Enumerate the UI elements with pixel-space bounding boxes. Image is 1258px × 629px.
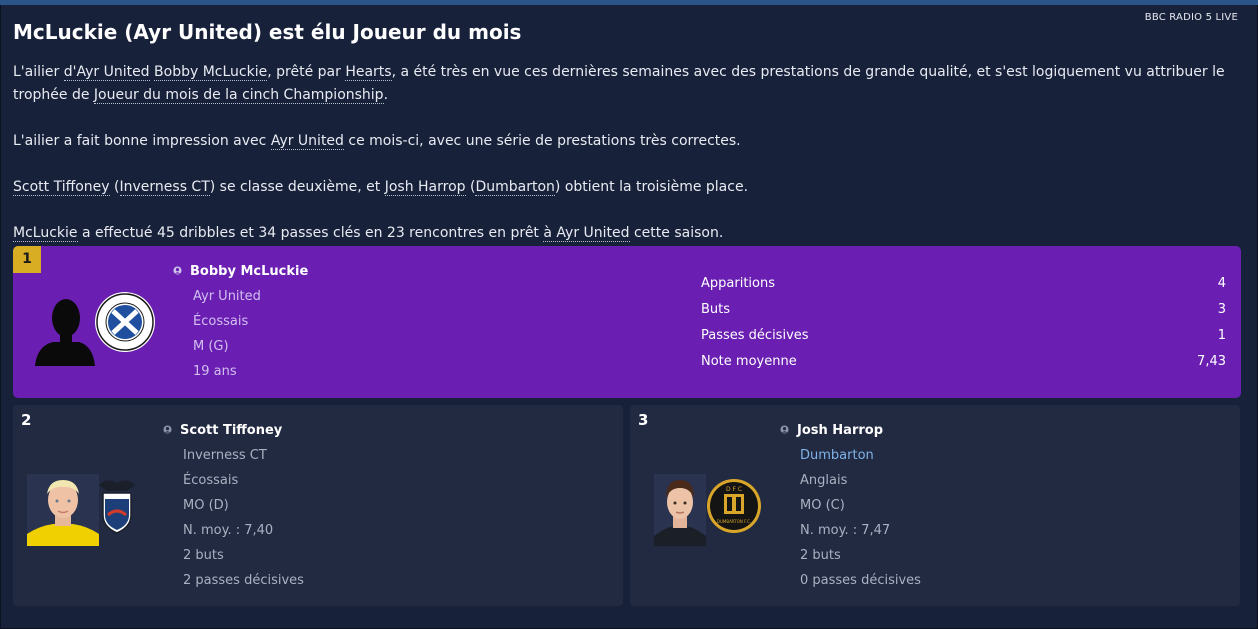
rank-badge: 1 (13, 246, 41, 273)
person-icon (163, 425, 172, 434)
player-position: MO (D) (183, 498, 229, 513)
article-paragraph-2: L'ailier a fait bonne impression avec Ay… (13, 133, 741, 150)
article-paragraph-4: McLuckie a effectué 45 dribbles et 34 pa… (13, 225, 724, 242)
link-inverness-ct[interactable]: Inverness CT (119, 179, 210, 196)
player-goals: 2 buts (800, 548, 841, 563)
rank-number: 3 (638, 411, 649, 429)
svg-text:DUMBARTON F.C.: DUMBARTON F.C. (717, 519, 751, 524)
article-paragraph-1: L'ailier d'Ayr United Bobby McLuckie, pr… (13, 64, 1225, 104)
player-nationality: Écossais (183, 473, 239, 488)
player-position: M (G) (193, 339, 229, 354)
link-dumbarton[interactable]: Dumbarton (475, 179, 555, 196)
player-club[interactable]: Ayr United (193, 289, 261, 304)
rank-number: 2 (21, 411, 32, 429)
link-hearts[interactable]: Hearts (345, 64, 392, 81)
player-rating: N. moy. : 7,47 (800, 523, 891, 538)
article-paragraph-3: Scott Tiffoney (Inverness CT) se classe … (13, 179, 749, 196)
link-josh-harrop[interactable]: Josh Harrop (384, 179, 466, 196)
player-name[interactable]: Bobby McLuckie (173, 264, 308, 279)
player-rating: N. moy. : 7,40 (183, 523, 274, 538)
player-club[interactable]: Dumbarton (800, 448, 874, 463)
link-ayr-united[interactable]: à Ayr United (543, 225, 630, 242)
person-icon (173, 266, 182, 275)
winner-card[interactable]: 1 Bobby McLuckie Ayr United Écossais M (… (13, 246, 1241, 398)
link-bobby-mcluckie[interactable]: Bobby McLuckie (154, 64, 268, 81)
player-assists: 0 passes décisives (800, 573, 921, 588)
link-mcluckie[interactable]: McLuckie (13, 225, 78, 242)
svg-text:D F C: D F C (726, 486, 742, 493)
runner-up-card-3[interactable]: 3 D F C DUMBARTON F.C. Josh Harrop Dumba… (630, 405, 1240, 606)
player-name[interactable]: Scott Tiffoney (163, 423, 282, 438)
runner-up-card-2[interactable]: 2 Scott Tiffoney Inverness CT Écossais M… (13, 405, 623, 606)
player-club[interactable]: Inverness CT (183, 448, 267, 463)
player-nationality: Anglais (800, 473, 848, 488)
link-ayr-united[interactable]: d'Ayr United (63, 64, 150, 81)
ayr-united-crest (95, 292, 155, 352)
player-photo (27, 474, 99, 546)
player-age: 19 ans (193, 364, 237, 379)
person-icon (780, 425, 789, 434)
player-position: MO (C) (800, 498, 845, 513)
news-source: BBC RADIO 5 LIVE (1144, 12, 1238, 23)
link-ayr-united[interactable]: Ayr United (270, 133, 344, 150)
headline: McLuckie (Ayr United) est élu Joueur du … (13, 20, 522, 44)
player-nationality: Écossais (193, 314, 249, 329)
player-assists: 2 passes décisives (183, 573, 304, 588)
dumbarton-crest: D F C DUMBARTON F.C. (707, 479, 761, 533)
player-photo (654, 474, 706, 546)
link-award[interactable]: Joueur du mois de la cinch Championship (93, 87, 384, 104)
link-scott-tiffoney[interactable]: Scott Tiffoney (13, 179, 110, 196)
inverness-ct-crest (99, 480, 135, 534)
player-goals: 2 buts (183, 548, 224, 563)
player-name[interactable]: Josh Harrop (780, 423, 883, 438)
silhouette-avatar (35, 299, 95, 366)
top-accent-bar (0, 0, 1258, 5)
